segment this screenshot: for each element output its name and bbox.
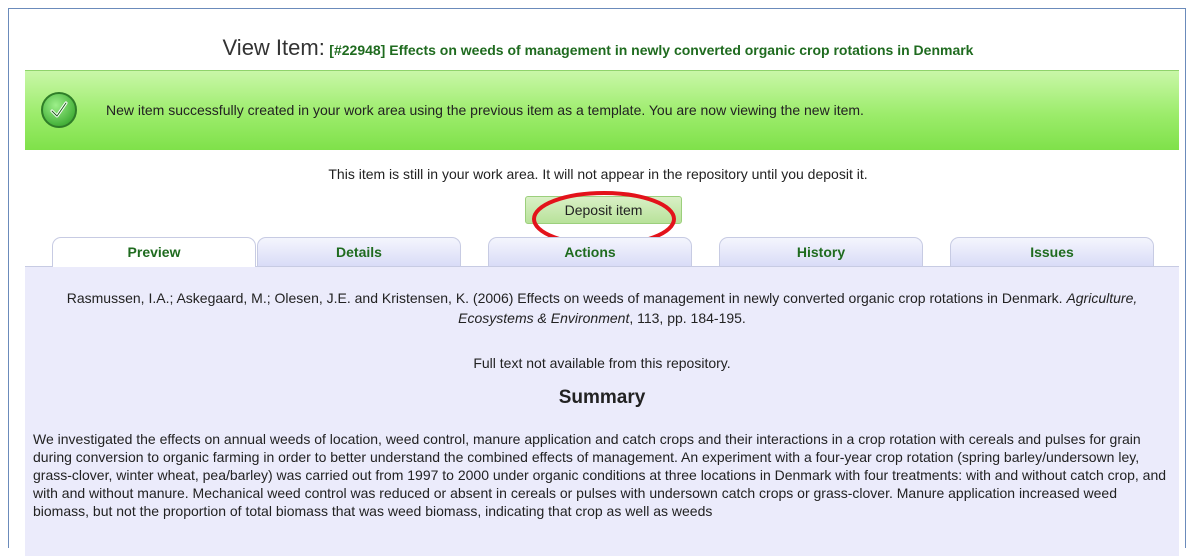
citation: Rasmussen, I.A.; Askegaard, M.; Olesen, … <box>37 288 1167 328</box>
page-title-prefix: View Item: <box>222 35 325 60</box>
item-view-frame: View Item: [#22948] Effects on weeds of … <box>8 8 1187 556</box>
workarea-notice: This item is still in your work area. It… <box>328 166 868 182</box>
tab-actions[interactable]: Actions <box>488 237 692 266</box>
preview-panel: Rasmussen, I.A.; Askegaard, M.; Olesen, … <box>25 266 1179 556</box>
page-title: View Item: [#22948] Effects on weeds of … <box>9 35 1187 61</box>
citation-authors: Rasmussen, I.A.; Askegaard, M.; Olesen, … <box>66 290 1063 306</box>
citation-volume-pages: , 113, pp. 184-195. <box>629 310 746 326</box>
checkmark-icon <box>41 92 77 128</box>
abstract-text: We investigated the effects on annual we… <box>33 431 1167 519</box>
success-message-box: New item successfully created in your wo… <box>25 70 1179 150</box>
success-message: New item successfully created in your wo… <box>106 102 864 118</box>
tab-issues[interactable]: Issues <box>950 237 1154 266</box>
page-title-item: [#22948] Effects on weeds of management … <box>329 42 974 58</box>
tab-history[interactable]: History <box>719 237 923 266</box>
tab-details[interactable]: Details <box>257 237 461 266</box>
summary-heading: Summary <box>558 387 646 408</box>
fulltext-notice: Full text not available from this reposi… <box>473 355 731 371</box>
tab-preview[interactable]: Preview <box>52 237 256 267</box>
deposit-item-button[interactable]: Deposit item <box>525 196 682 224</box>
